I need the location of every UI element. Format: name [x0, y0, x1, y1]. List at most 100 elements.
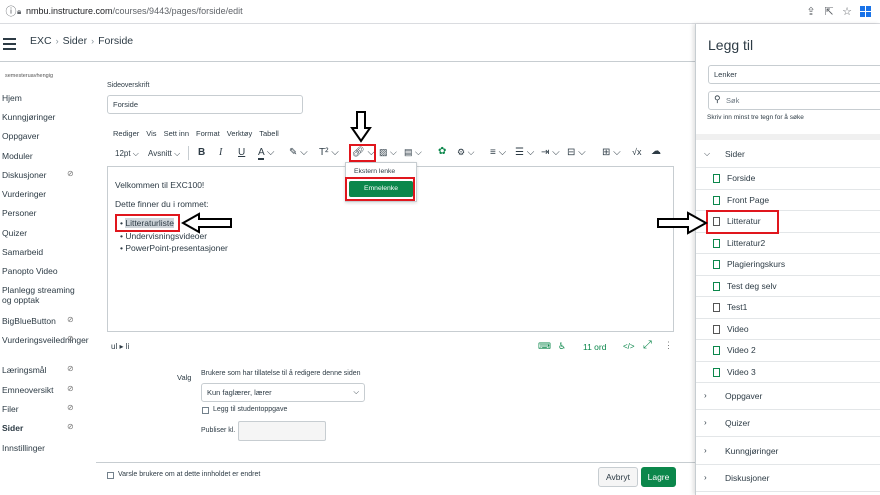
nav-item-vurderingsveiledninger[interactable]: Vurderingsveiledninger — [2, 335, 89, 345]
hamburger-menu-icon[interactable] — [3, 38, 16, 53]
accessibility-icon[interactable]: ♿︎ — [558, 341, 566, 352]
content-type-select[interactable]: Lenker — [708, 65, 880, 84]
page-item-forside[interactable]: Forside — [696, 168, 880, 190]
page-item-video[interactable]: Video — [696, 319, 880, 340]
page-icon — [713, 238, 720, 248]
url-text[interactable]: nmbu.instructure.com/courses/9443/pages/… — [26, 6, 243, 16]
menu-rediger[interactable]: Rediger — [113, 129, 139, 138]
section-quizer[interactable]: › Quizer — [696, 410, 880, 437]
resize-handle-icon[interactable]: ⋮ — [664, 340, 673, 351]
editor-line-intro: Dette finner du i rommet: — [115, 199, 209, 209]
footer-divider — [96, 462, 695, 463]
menu-sett-inn[interactable]: Sett inn — [164, 129, 189, 138]
breadcrumb: EXC › Sider › Forside — [30, 35, 133, 47]
breadcrumb-course[interactable]: EXC — [30, 35, 52, 47]
nav-item-quizer[interactable]: Quizer — [2, 228, 78, 238]
chevron-down-icon: ⌵ — [704, 149, 711, 158]
edit-permission-select[interactable]: Kun faglærer, lærer ⌵ — [201, 383, 365, 402]
fullscreen-icon[interactable]: ⤢ — [643, 339, 652, 352]
editor-menubar: Rediger Vis Sett inn Format Verktøy Tabell — [113, 128, 286, 138]
cloud-icon[interactable]: ☁ — [651, 146, 661, 157]
superscript-icon[interactable]: T² ⌵ — [319, 147, 339, 158]
nav-item-moduler[interactable]: Moduler — [2, 151, 78, 161]
page-item-front-page[interactable]: Front Page — [696, 190, 880, 211]
publish-date-input[interactable] — [238, 421, 326, 441]
page-icon — [713, 281, 720, 291]
menu-format[interactable]: Format — [196, 129, 220, 138]
highlight-icon[interactable]: ✎ ⌵ — [289, 147, 308, 158]
italic-icon[interactable]: I — [219, 147, 222, 158]
course-subtitle: semesteruavhengig — [5, 73, 54, 79]
todo-checkbox[interactable] — [202, 407, 209, 414]
nav-item-samarbeid[interactable]: Samarbeid — [2, 247, 78, 257]
zoom-icon[interactable]: ⇱ — [822, 5, 836, 19]
page-icon — [713, 174, 720, 183]
page-item-video-3[interactable]: Video 3 — [696, 362, 880, 383]
menu-vis[interactable]: Vis — [146, 129, 156, 138]
list-icon[interactable]: ☰ ⌵ — [515, 147, 534, 158]
page-item-litteratur2[interactable]: Litteratur2 — [696, 233, 880, 254]
page-icon — [713, 324, 720, 334]
table-icon[interactable]: ⊞ ⌵ — [602, 147, 621, 158]
chevron-right-icon: › — [704, 446, 707, 455]
embed-icon[interactable]: ⚙ ⌵ — [457, 147, 474, 158]
share-icon[interactable]: ⇪ — [804, 5, 818, 19]
nav-item-personer[interactable]: Personer — [2, 208, 78, 218]
nav-item-kunngjoringer[interactable]: Kunngjøringer — [2, 112, 78, 122]
font-size-select[interactable]: 12pt ⌵ — [115, 149, 139, 159]
nav-item-hjem[interactable]: Hjem — [2, 93, 78, 103]
page-item-test-deg-selv[interactable]: Test deg selv — [696, 276, 880, 297]
document-icon[interactable]: ▤ ⌵ — [404, 147, 422, 158]
chevron-right-icon: › — [704, 391, 707, 400]
cancel-button[interactable]: Avbryt — [598, 467, 638, 487]
hidden-eye-icon: ⊘ — [67, 422, 74, 431]
search-input[interactable]: ⚲ Søk — [708, 91, 880, 110]
edit-permission-label: Brukere som har tillatelse til å rediger… — [201, 370, 361, 377]
menu-tabell[interactable]: Tabell — [259, 129, 279, 138]
info-icon[interactable]: ⓘ — [4, 5, 18, 19]
math-icon[interactable]: √x — [632, 147, 641, 157]
breadcrumb-section[interactable]: Sider — [63, 35, 88, 47]
section-kunngjoringer[interactable]: › Kunngjøringer — [696, 438, 880, 465]
text-color-icon[interactable]: A ⌵ — [258, 147, 274, 160]
list-item[interactable]: • PowerPoint-presentasjoner — [120, 243, 228, 253]
bold-icon[interactable]: B — [198, 147, 205, 158]
nav-item-planlegg-streaming[interactable]: Planlegg streaming og opptak — [2, 285, 78, 305]
tray-separator — [696, 134, 880, 140]
paragraph-select[interactable]: Avsnitt ⌵ — [148, 149, 180, 159]
notify-checkbox[interactable] — [107, 472, 114, 479]
bookmark-star-icon[interactable]: ☆ — [840, 5, 854, 19]
search-icon: ⚲ — [714, 94, 721, 104]
nav-item-panopto-video[interactable]: Panopto Video — [2, 266, 78, 276]
lock-icon: 🔒︎ — [17, 7, 22, 16]
menu-verktoy[interactable]: Verktøy — [227, 129, 252, 138]
word-count[interactable]: 11 ord — [583, 342, 606, 352]
section-sider[interactable]: ⌵ Sider — [696, 141, 880, 168]
section-oppgaver[interactable]: › Oppgaver — [696, 383, 880, 410]
page-item-test1[interactable]: Test1 — [696, 297, 880, 319]
keyboard-icon[interactable]: ⌨ — [538, 341, 551, 352]
html-editor-toggle[interactable]: </> — [623, 342, 635, 351]
underline-icon[interactable]: U — [238, 147, 245, 158]
notify-label: Varsle brukere om at dette innholdet er … — [118, 471, 261, 478]
editor-line-welcome: Velkommen til EXC100! — [115, 180, 205, 190]
indent-icon[interactable]: ⇥ ⌵ — [541, 147, 560, 158]
browser-url-bar[interactable]: ⓘ 🔒︎ nmbu.instructure.com/courses/9443/p… — [0, 0, 880, 24]
align-icon[interactable]: ≡ ⌵ — [490, 147, 506, 158]
nav-item-vurderinger[interactable]: Vurderinger — [2, 189, 78, 199]
format-icon[interactable]: ⊟ ⌵ — [567, 147, 586, 158]
nav-item-innstillinger[interactable]: Innstillinger — [2, 443, 78, 453]
windows-icon[interactable] — [860, 6, 871, 17]
external-link-option[interactable]: Ekstern lenke — [354, 168, 395, 175]
page-item-plagieringskurs[interactable]: Plagieringskurs — [696, 254, 880, 276]
page-icon — [713, 303, 720, 312]
apps-icon[interactable]: ✿ — [438, 146, 446, 157]
page-item-video-2[interactable]: Video 2 — [696, 340, 880, 362]
title-input[interactable]: Forside — [107, 95, 303, 114]
save-button[interactable]: Lagre — [641, 467, 676, 487]
nav-item-oppgaver[interactable]: Oppgaver — [2, 131, 78, 141]
image-icon[interactable]: ▨ ⌵ — [379, 147, 397, 158]
section-diskusjoner[interactable]: › Diskusjoner — [696, 465, 880, 492]
annotation-arrow-right — [657, 211, 708, 235]
page-icon — [713, 367, 720, 377]
